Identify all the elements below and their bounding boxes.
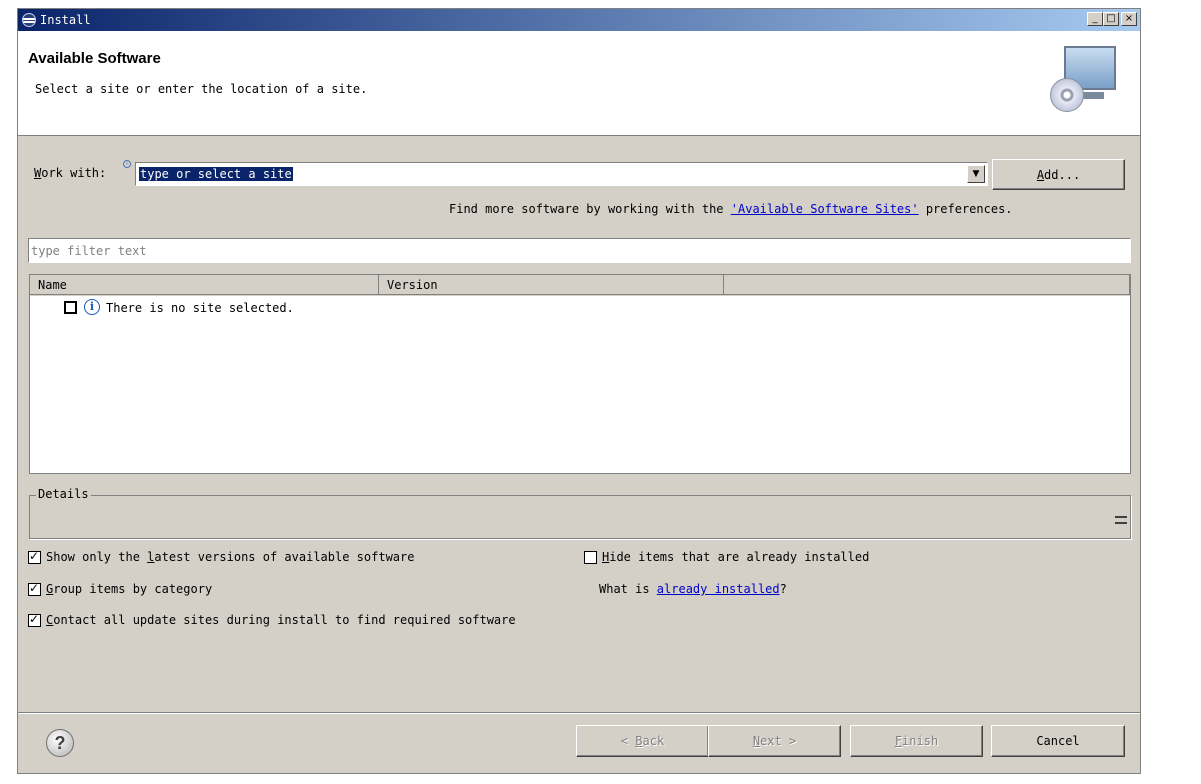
monitor-cd-icon [1050,46,1120,116]
finish-button[interactable]: Finish [850,725,983,757]
wizard-header: Available Software Select a site or ente… [18,31,1140,136]
available-software-sites-link[interactable]: 'Available Software Sites' [731,202,919,216]
close-button[interactable]: × [1121,12,1137,26]
already-installed-link[interactable]: already installed [657,582,780,596]
details-group: Details [29,487,1131,539]
title-bar[interactable]: Install _ □ × [18,9,1140,31]
work-with-label: Work with: [34,166,107,180]
back-button[interactable]: < Back [576,725,709,757]
next-button[interactable]: Next > [708,725,841,757]
page-title: Available Software [28,50,161,67]
column-version[interactable]: Version [379,275,724,295]
contact-sites-checkbox[interactable] [28,612,41,627]
install-dialog: Install _ □ × Available Software Select … [17,8,1141,774]
table-header: Name Version [30,275,1130,296]
eclipse-icon [22,13,36,27]
help-icon[interactable]: ? [46,729,74,757]
group-category-checkbox[interactable] [28,581,41,596]
footer-separator [18,712,1140,714]
info-icon: i [84,299,100,315]
column-name[interactable]: Name [30,275,379,295]
show-latest-label: Show only the latest versions of availab… [46,550,415,564]
work-with-value[interactable]: type or select a site [139,167,293,181]
page-description: Select a site or enter the location of a… [35,82,368,96]
find-more-text: Find more software by working with the '… [449,202,1013,216]
cancel-button[interactable]: Cancel [991,725,1125,757]
add-button[interactable]: Add... [992,159,1125,190]
maximize-button[interactable]: □ [1103,12,1119,26]
row-checkbox[interactable] [64,301,77,314]
filter-input[interactable]: type filter text [28,238,1131,263]
group-category-label: Group items by category [46,582,213,596]
window-title: Install [40,13,91,27]
resize-grip-icon[interactable] [1115,516,1127,524]
details-legend: Details [36,487,91,501]
hide-installed-checkbox[interactable] [584,551,597,564]
software-table: Name Version i There is no site selected… [29,274,1131,474]
column-empty[interactable] [724,275,1130,295]
contact-sites-label: Contact all update sites during install … [46,613,516,627]
show-latest-checkbox[interactable] [28,549,41,564]
row-name: There is no site selected. [106,301,294,315]
work-with-combo[interactable]: type or select a site ▼ [135,162,988,186]
hide-installed-label: Hide items that are already installed [602,550,870,564]
info-icon: i [123,160,131,168]
what-is-installed-text: What is already installed? [599,582,787,596]
dropdown-arrow-icon[interactable]: ▼ [967,165,985,183]
minimize-button[interactable]: _ [1087,12,1103,26]
